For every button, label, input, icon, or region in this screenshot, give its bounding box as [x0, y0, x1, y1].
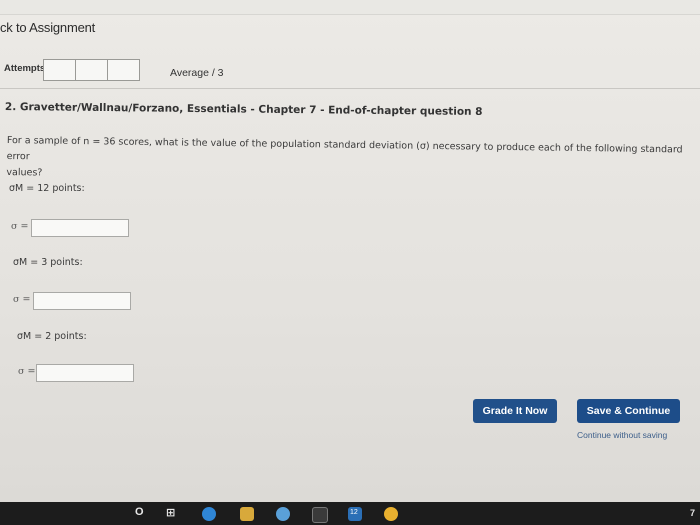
- part-3-answer-input[interactable]: [36, 364, 134, 382]
- taskbar: O ⊞ 12 7: [0, 502, 700, 525]
- attempt-boxes: [43, 59, 140, 81]
- app-icon[interactable]: [276, 507, 290, 521]
- part-1-label: σM = 12 points:: [9, 183, 85, 194]
- task-view-icon[interactable]: ⊞: [166, 506, 175, 519]
- screen: ck to Assignment Attempts Average / 3 2.…: [0, 0, 700, 502]
- continue-without-saving-link[interactable]: Continue without saving: [577, 430, 667, 440]
- average-score: Average / 3: [170, 67, 224, 79]
- chrome-icon[interactable]: [384, 507, 398, 521]
- question-prompt: For a sample of n = 36 scores, what is t…: [6, 133, 697, 191]
- attempts-label: Attempts: [4, 63, 46, 74]
- question-title: 2. Gravetter/Wallnau/Forzano, Essentials…: [4, 101, 483, 119]
- part-3-label: σM = 2 points:: [17, 331, 87, 342]
- browser-top-strip: [0, 0, 700, 15]
- part-2-label: σM = 3 points:: [13, 257, 83, 268]
- part-2-answer-input[interactable]: [33, 292, 131, 310]
- part-1-answer-input[interactable]: [31, 219, 129, 237]
- part-1-sigma-label: σ =: [11, 221, 29, 232]
- edge-browser-icon[interactable]: [202, 507, 216, 521]
- tray-text: 7: [690, 508, 696, 518]
- attempt-box: [107, 59, 140, 81]
- attempt-box: [43, 59, 76, 81]
- divider: [0, 88, 700, 89]
- save-and-continue-button[interactable]: Save & Continue: [577, 399, 680, 423]
- attempt-box: [75, 59, 108, 81]
- search-icon[interactable]: O: [135, 506, 144, 518]
- file-explorer-icon[interactable]: [240, 507, 254, 521]
- grade-it-now-button[interactable]: Grade It Now: [473, 399, 557, 423]
- part-2-sigma-label: σ =: [13, 294, 31, 305]
- store-icon[interactable]: [312, 507, 328, 523]
- back-to-assignment-link[interactable]: ck to Assignment: [0, 20, 95, 35]
- part-3-sigma-label: σ =: [18, 366, 36, 377]
- mail-icon[interactable]: 12: [348, 507, 362, 521]
- mail-badge: 12: [350, 509, 358, 516]
